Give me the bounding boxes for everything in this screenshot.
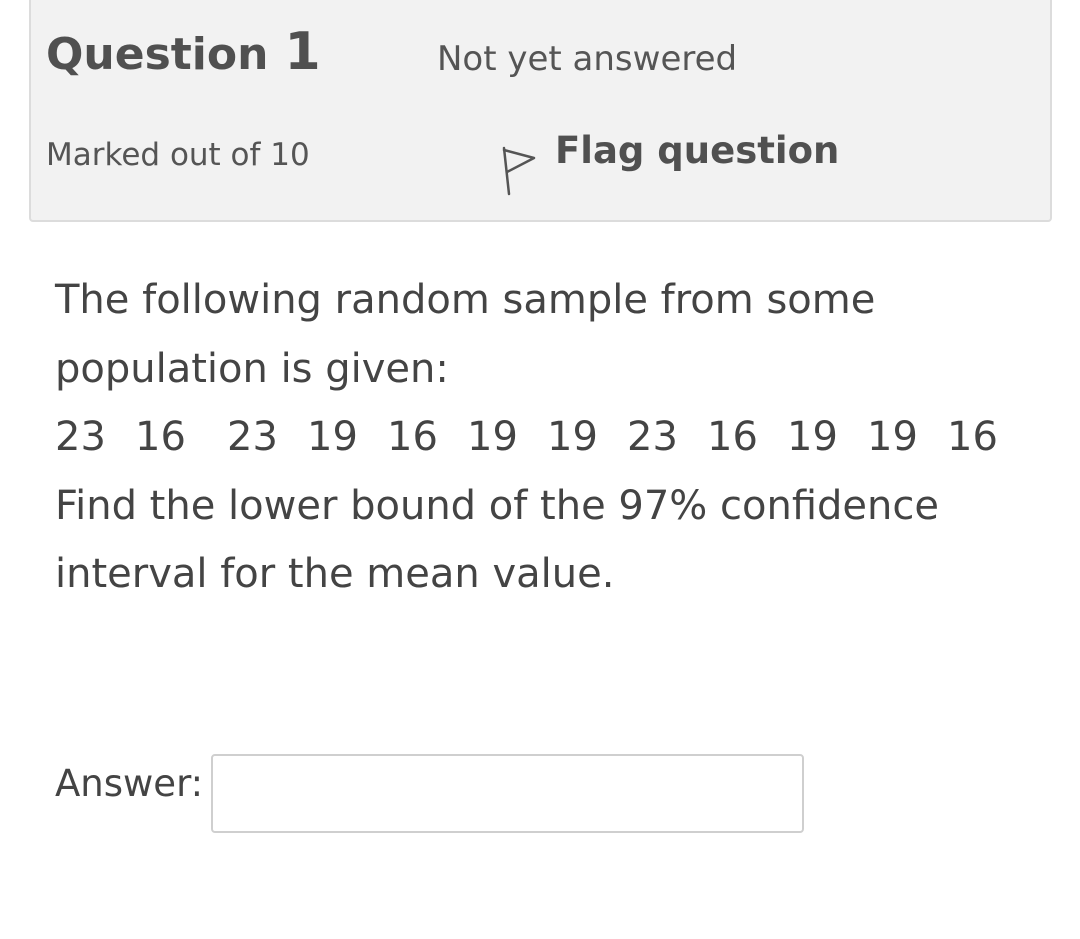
sample-value: 16 (135, 414, 186, 460)
answer-label: Answer: (55, 762, 204, 805)
sample-value: 16 (387, 414, 438, 460)
answer-input[interactable] (211, 754, 804, 833)
flag-outline-icon (502, 146, 536, 196)
flag-question-button[interactable]: Flag question (501, 132, 839, 198)
sample-value: 19 (547, 414, 598, 460)
question-text-line: interval for the mean value. (55, 551, 615, 597)
question-text-line: Find the lower bound of the 97% confiden… (55, 482, 939, 529)
question-title-word: Question (46, 29, 269, 80)
question-number: 1 (284, 22, 321, 82)
question-state: Not yet answered (437, 39, 738, 79)
sample-value: 23 (227, 414, 278, 460)
sample-value: 19 (307, 414, 358, 460)
sample-value: 16 (947, 414, 998, 460)
question-text-line: population is given: (55, 345, 449, 392)
sample-value: 19 (787, 414, 838, 460)
sample-value: 23 (55, 414, 106, 460)
sample-value: 23 (627, 414, 678, 460)
question-info-box: Question 1 Not yet answered Marked out o… (29, 0, 1052, 222)
question-title: Question 1 (46, 26, 321, 78)
sample-values-row: 23 16 23 19 16 19 19 23 16 19 19 16 (55, 403, 1045, 472)
question-grade: Marked out of 10 (46, 137, 310, 173)
flag-question-label: Flag question (555, 129, 840, 172)
sample-value: 19 (867, 414, 918, 460)
sample-value: 19 (467, 414, 518, 460)
sample-value: 16 (707, 414, 758, 460)
question-text: The following random sample from some po… (55, 266, 1045, 609)
question-text-line: The following random sample from some (55, 277, 876, 323)
